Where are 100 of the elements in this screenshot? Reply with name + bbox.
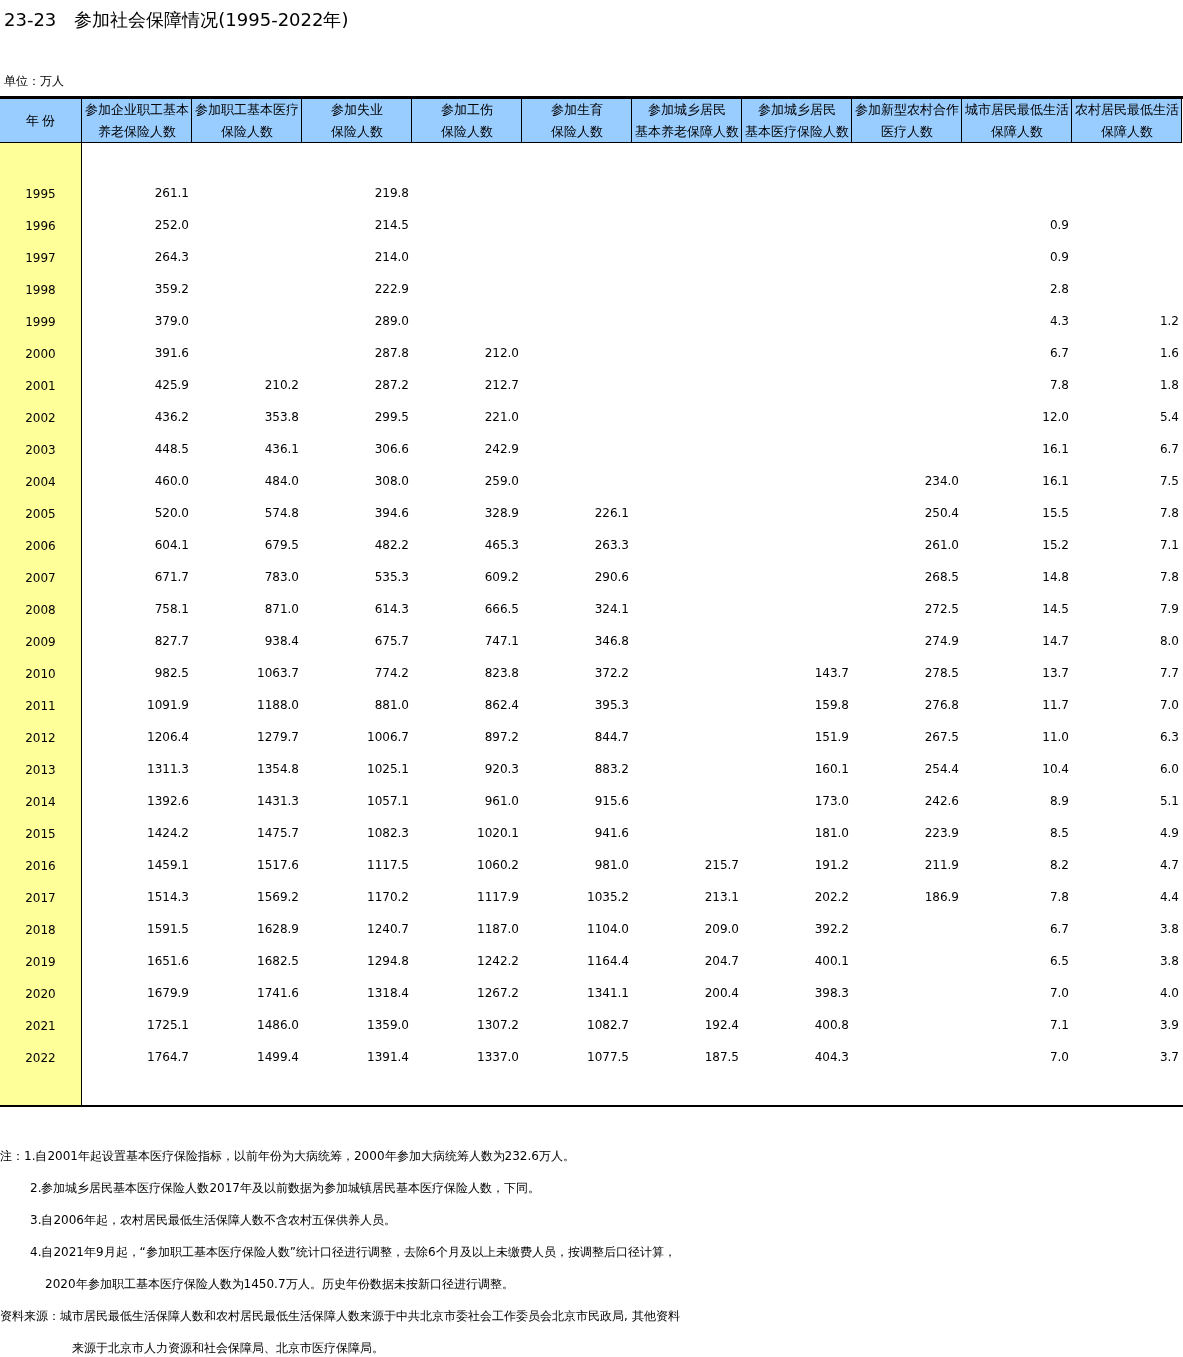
table-cell-text: 520.0 xyxy=(153,505,190,522)
year-cell: 2000 xyxy=(0,336,82,368)
table-cell-text: 1294.8 xyxy=(366,953,410,970)
table-cell-text: 3.7 xyxy=(1158,1049,1180,1066)
table-cell-text: 222.9 xyxy=(373,281,410,298)
table-cell-text: 1279.7 xyxy=(256,729,300,746)
table-cell-text: 10.4 xyxy=(1041,761,1070,778)
table-cell-text: 287.2 xyxy=(373,377,410,394)
year-cell: 2003 xyxy=(0,432,82,464)
table-cell-text: 7.8 xyxy=(1158,569,1180,586)
table-cell-text: 7.8 xyxy=(1048,889,1070,906)
table-cell-text: 1318.4 xyxy=(366,985,410,1002)
table-cell-text: 436.2 xyxy=(153,409,190,426)
table-cell-text: 242.9 xyxy=(483,441,520,458)
table-cell-text: 1170.2 xyxy=(366,889,410,906)
table-cell-text: 1.2 xyxy=(1158,313,1180,330)
table-cell-text: 4.4 xyxy=(1158,889,1180,906)
table-cell-text: 1337.0 xyxy=(476,1049,520,1066)
table-cell-text: 391.6 xyxy=(153,345,190,362)
year-cell: 2013 xyxy=(0,752,82,784)
table-cell-text: 2.8 xyxy=(1048,281,1070,298)
year-cell: 2016 xyxy=(0,848,82,880)
table-cell-text: 200.4 xyxy=(703,985,740,1002)
table-cell-text: 404.3 xyxy=(813,1049,850,1066)
table-cell-text: 276.8 xyxy=(923,697,960,714)
table-cell-text: 400.8 xyxy=(813,1017,850,1034)
table-cell-text: 915.6 xyxy=(593,793,630,810)
column-header: 参加城乡居民 基本养老保障人数 xyxy=(632,99,742,143)
table-cell-text: 211.9 xyxy=(923,857,960,874)
table-cell-text: 1424.2 xyxy=(146,825,190,842)
table-cell-text: 8.0 xyxy=(1158,633,1180,650)
table-cell-text: 7.5 xyxy=(1158,473,1180,490)
table-cell-text: 1311.3 xyxy=(146,761,190,778)
table-cell-text: 264.3 xyxy=(153,249,190,266)
table-cell-text: 306.6 xyxy=(373,441,410,458)
table-cell-text: 1242.2 xyxy=(476,953,520,970)
table-cell-text: 1392.6 xyxy=(146,793,190,810)
table-cell-text: 758.1 xyxy=(153,601,190,618)
table-cell-text: 1517.6 xyxy=(256,857,300,874)
year-cell: 2009 xyxy=(0,624,82,656)
year-cell: 2021 xyxy=(0,1008,82,1040)
year-cell: 2006 xyxy=(0,528,82,560)
table-cell-text: 221.0 xyxy=(483,409,520,426)
table-cell-text: 1391.4 xyxy=(366,1049,410,1066)
table-cell-text: 181.0 xyxy=(813,825,850,842)
table-cell-text: 12.0 xyxy=(1041,409,1070,426)
table-cell-text: 192.4 xyxy=(703,1017,740,1034)
note-text: 2020年参加职工基本医疗保险人数为1450.7万人。历史年份数据未按新口径进行调整。 xyxy=(45,1276,514,1293)
table-cell-text: 7.8 xyxy=(1048,377,1070,394)
table-cell-text: 250.4 xyxy=(923,505,960,522)
table-cell-text: 425.9 xyxy=(153,377,190,394)
table-cell-text: 6.7 xyxy=(1048,921,1070,938)
table-cell-text: 215.7 xyxy=(703,857,740,874)
table-cell-text: 5.4 xyxy=(1158,409,1180,426)
table-cell-text: 1431.3 xyxy=(256,793,300,810)
table-cell-text: 308.0 xyxy=(373,473,410,490)
unit-label: 单位：万人 xyxy=(3,73,65,90)
table-cell-text: 11.7 xyxy=(1041,697,1070,714)
table-cell-text: 16.1 xyxy=(1041,441,1070,458)
table-cell-text: 398.3 xyxy=(813,985,850,1002)
table-cell-text: 14.8 xyxy=(1041,569,1070,586)
table-cell-text: 274.9 xyxy=(923,633,960,650)
table-cell-text: 11.0 xyxy=(1041,729,1070,746)
year-cell: 2005 xyxy=(0,496,82,528)
table-cell-text: 187.5 xyxy=(703,1049,740,1066)
table-cell-text: 1006.7 xyxy=(366,729,410,746)
table-cell-text: 574.8 xyxy=(263,505,300,522)
year-cell: 2012 xyxy=(0,720,82,752)
table-title: 23-23 参加社会保障情况(1995-2022年) xyxy=(3,8,350,32)
column-header: 参加企业职工基本 养老保险人数 xyxy=(82,99,192,143)
table-cell-text: 6.7 xyxy=(1158,441,1180,458)
table-cell-text: 7.9 xyxy=(1158,601,1180,618)
table-cell-text: 226.1 xyxy=(593,505,630,522)
table-cell-text: 209.0 xyxy=(703,921,740,938)
table-cell-text: 219.8 xyxy=(373,185,410,202)
table-cell-text: 609.2 xyxy=(483,569,520,586)
table-cell-text: 214.5 xyxy=(373,217,410,234)
table-cell-text: 252.0 xyxy=(153,217,190,234)
column-header: 参加新型农村合作 医疗人数 xyxy=(852,99,962,143)
table-cell-text: 202.2 xyxy=(813,889,850,906)
table-cell-text: 535.3 xyxy=(373,569,410,586)
table-cell-text: 5.1 xyxy=(1158,793,1180,810)
table-cell-text: 465.3 xyxy=(483,537,520,554)
table-cell-text: 3.8 xyxy=(1158,953,1180,970)
table-cell-text: 7.0 xyxy=(1048,1049,1070,1066)
year-cell: 2015 xyxy=(0,816,82,848)
table-cell-text: 1206.4 xyxy=(146,729,190,746)
year-cell: 2022 xyxy=(0,1040,82,1072)
table-cell-text: 844.7 xyxy=(593,729,630,746)
table-cell-text: 160.1 xyxy=(813,761,850,778)
table-cell-text: 1307.2 xyxy=(476,1017,520,1034)
column-header: 参加生育 保险人数 xyxy=(522,99,632,143)
table-cell-text: 1117.5 xyxy=(366,857,410,874)
year-cell: 1996 xyxy=(0,208,82,240)
table-cell-text: 359.2 xyxy=(153,281,190,298)
table-cell-text: 4.3 xyxy=(1048,313,1070,330)
table-cell-text: 328.9 xyxy=(483,505,520,522)
note-label: 注： xyxy=(0,1148,24,1165)
table-cell-text: 4.0 xyxy=(1158,985,1180,1002)
year-cell: 1998 xyxy=(0,272,82,304)
